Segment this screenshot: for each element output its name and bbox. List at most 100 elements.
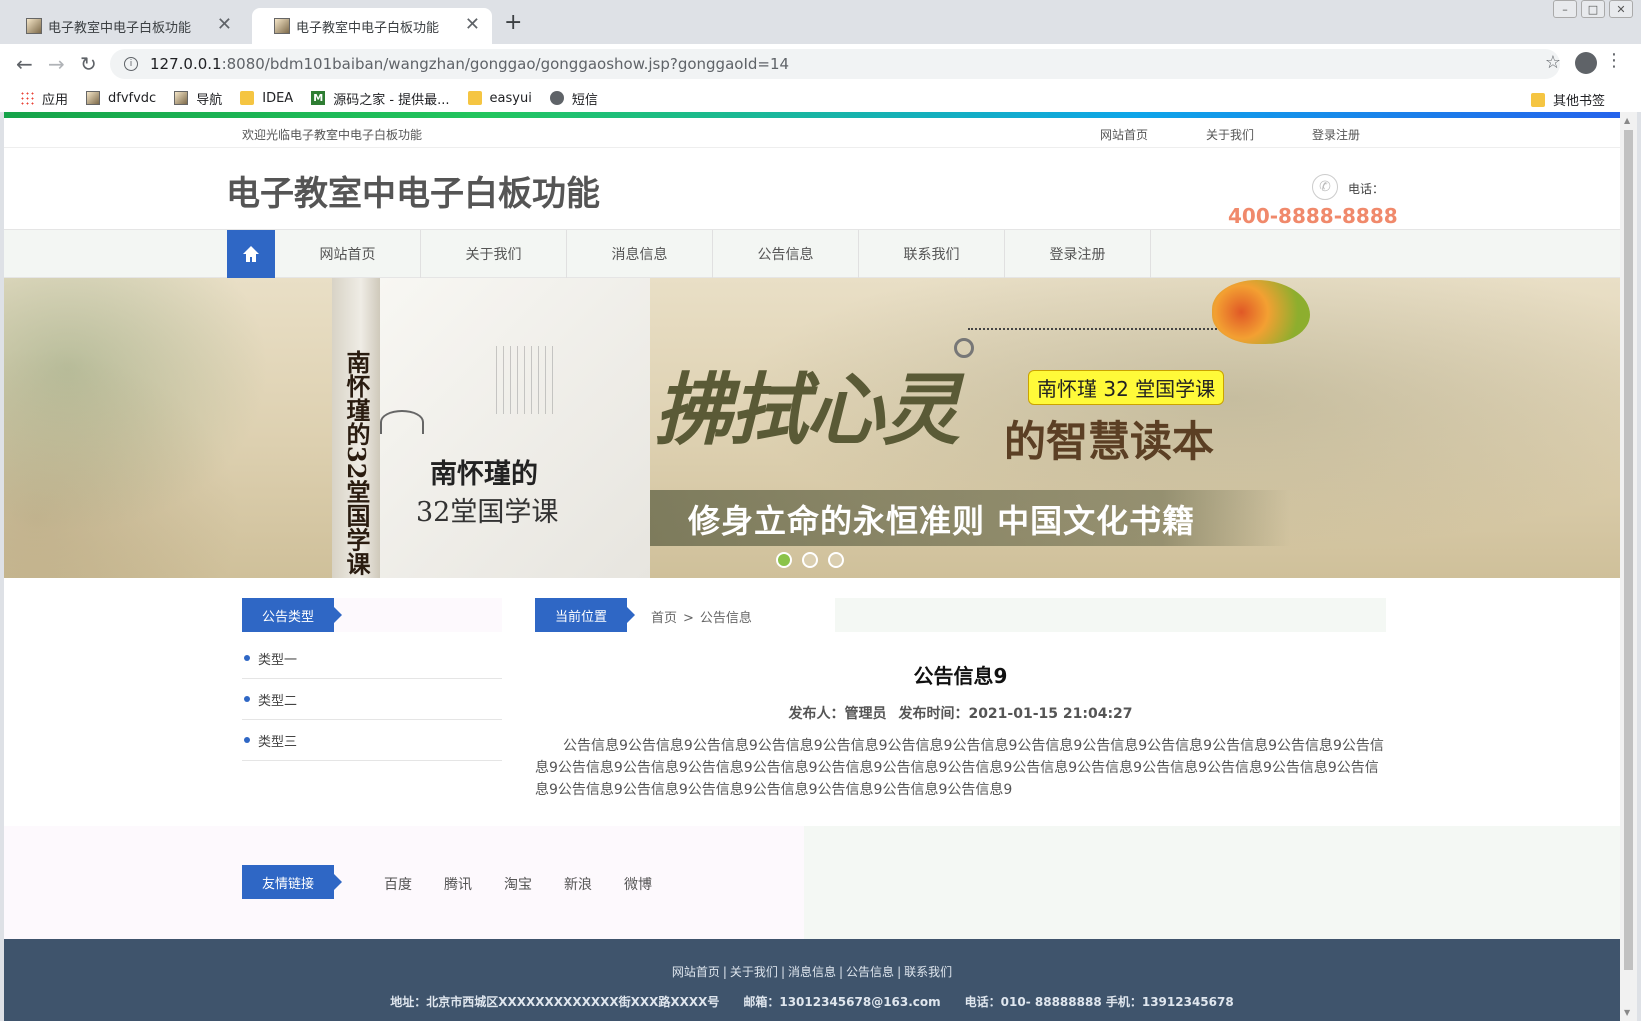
maximize-icon[interactable]: □ xyxy=(1581,0,1605,18)
bookmark-star-icon[interactable]: ☆ xyxy=(1545,52,1561,73)
bookmark-item[interactable]: dfvfvdc xyxy=(86,91,156,106)
url-input[interactable]: i 127.0.0.1:8080/bdm101baiban/wangzhan/g… xyxy=(110,49,1560,79)
carousel-dot[interactable] xyxy=(828,552,844,568)
lotus-icon xyxy=(380,410,424,434)
footer-email: 邮箱：13012345678@163.com xyxy=(743,995,941,1009)
category-label: 类型二 xyxy=(258,693,298,709)
footer-link[interactable]: 网站首页 xyxy=(672,965,720,979)
nav-item-about[interactable]: 关于我们 xyxy=(421,230,567,278)
breadcrumb-path: 首页 > 公告信息 xyxy=(651,607,752,626)
page-viewport: 欢迎光临电子教室中电子白板功能 网站首页 关于我们 登录注册 电子教室中电子白板… xyxy=(4,112,1620,1021)
friend-links-section: 友情链接 百度 腾讯 淘宝 新浪 微博 xyxy=(4,826,1620,939)
bookmark-label: 源码之家 - 提供最... xyxy=(333,92,450,108)
bookmark-item[interactable]: 导航 xyxy=(174,89,222,108)
back-icon[interactable]: ← xyxy=(16,52,33,76)
info-icon[interactable]: i xyxy=(124,57,138,71)
category-item[interactable]: 类型二 xyxy=(242,679,502,720)
bookmark-item[interactable]: easyui xyxy=(467,91,532,106)
friend-link[interactable]: 腾讯 xyxy=(444,874,472,894)
footer-link[interactable]: 联系我们 xyxy=(904,965,952,979)
content-area: 公告类型 类型一 类型二 类型三 当前位置 首页 > 公告信息 公告信息9 发布人：… xyxy=(4,578,1620,826)
forward-icon[interactable]: → xyxy=(48,52,65,76)
bullet-icon xyxy=(244,655,250,661)
nav-item-contact[interactable]: 联系我们 xyxy=(859,230,1005,278)
footer-phone: 电话：010- 88888888 手机：13912345678 xyxy=(964,995,1234,1009)
reload-icon[interactable]: ↻ xyxy=(80,52,97,76)
top-link-login[interactable]: 登录注册 xyxy=(1312,126,1360,143)
url-host: 127.0.0.1 xyxy=(150,55,222,73)
breadcrumb-separator: > xyxy=(683,611,694,626)
browser-menu-icon[interactable]: ⋮ xyxy=(1605,50,1623,71)
bookmark-label: 应用 xyxy=(42,92,69,108)
top-link-home[interactable]: 网站首页 xyxy=(1100,126,1148,143)
book-title-line2: 32堂国学课 xyxy=(416,497,559,528)
banner-tagline: 修身立命的永恒准则 中国文化书籍 xyxy=(688,502,1196,540)
book-text-block xyxy=(496,346,558,414)
new-tab-icon[interactable]: + xyxy=(504,10,522,35)
scrollbar-thumb[interactable] xyxy=(1624,130,1633,970)
url-path: :8080/bdm101baiban/wangzhan/gonggao/gong… xyxy=(221,55,790,73)
friend-links-heading: 友情链接 xyxy=(242,865,343,899)
bookmark-label: 导航 xyxy=(196,92,223,108)
minimize-icon[interactable]: – xyxy=(1553,0,1577,18)
bookmark-item[interactable]: IDEA xyxy=(240,91,293,106)
image-icon xyxy=(174,91,189,105)
bookmark-label: dfvfvdc xyxy=(108,90,157,106)
phone-number: 400-8888-8888 xyxy=(1228,204,1398,228)
folder-icon xyxy=(1530,92,1545,107)
nav-item-home[interactable]: 网站首页 xyxy=(275,230,421,278)
browser-tab[interactable]: 电子教室中电子白板功能 ✕ xyxy=(4,8,244,44)
site-footer: 网站首页 | 关于我们 | 消息信息 | 公告信息 | 联系我们 地址：北京市西城区XXXXXX… xyxy=(4,939,1620,1021)
globe-icon xyxy=(549,91,564,105)
friend-link[interactable]: 新浪 xyxy=(564,874,592,894)
announcement-body: 公告信息9公告信息9公告信息9公告信息9公告信息9公告信息9公告信息9公告信息9… xyxy=(535,738,1384,798)
location-label: 当前位置 xyxy=(535,598,636,632)
main-nav: 网站首页 关于我们 消息信息 公告信息 联系我们 登录注册 xyxy=(4,230,1620,278)
carousel-dot[interactable] xyxy=(776,552,792,568)
scroll-up-icon[interactable]: ▲ xyxy=(1624,116,1630,125)
friend-link[interactable]: 百度 xyxy=(384,874,412,894)
site-header: 电子教室中电子白板功能 ✆ 电话： 400-8888-8888 xyxy=(4,148,1620,230)
site-favicon-icon xyxy=(26,18,42,34)
image-icon xyxy=(86,91,101,105)
carousel-dot[interactable] xyxy=(802,552,818,568)
announcement-main: 当前位置 首页 > 公告信息 公告信息9 发布人：管理员 发布时间：2021-01-1… xyxy=(535,598,1386,801)
top-links: 网站首页 关于我们 登录注册 xyxy=(1100,126,1360,143)
dotted-line xyxy=(968,328,1228,330)
nav-item-login[interactable]: 登录注册 xyxy=(1005,230,1151,278)
site-favicon-icon xyxy=(274,18,290,34)
publish-time: 发布时间：2021-01-15 21:04:27 xyxy=(898,706,1133,722)
scroll-down-icon[interactable]: ▼ xyxy=(1624,1008,1630,1017)
profile-avatar-icon[interactable] xyxy=(1575,52,1597,74)
nav-item-news[interactable]: 消息信息 xyxy=(567,230,713,278)
top-link-about[interactable]: 关于我们 xyxy=(1206,126,1254,143)
footer-link[interactable]: 消息信息 xyxy=(788,965,836,979)
close-window-icon[interactable]: ✕ xyxy=(1609,0,1633,18)
close-tab-icon[interactable]: ✕ xyxy=(217,14,232,35)
home-button[interactable] xyxy=(227,230,275,278)
category-item[interactable]: 类型三 xyxy=(242,720,502,761)
top-bar: 欢迎光临电子教室中电子白板功能 网站首页 关于我们 登录注册 xyxy=(4,118,1620,148)
bookmark-other[interactable]: 其他书签 xyxy=(1530,90,1605,109)
footer-link[interactable]: 关于我们 xyxy=(730,965,778,979)
carousel-dots xyxy=(776,552,844,568)
bookmark-item[interactable]: 短信 xyxy=(549,89,598,108)
page-scrollbar[interactable]: ▲ ▼ xyxy=(1620,112,1637,1021)
breadcrumb-home[interactable]: 首页 xyxy=(651,611,677,626)
nav-item-announcements[interactable]: 公告信息 xyxy=(713,230,859,278)
breadcrumb-current[interactable]: 公告信息 xyxy=(700,611,752,626)
friend-link[interactable]: 微博 xyxy=(624,874,652,894)
bookmark-label: 短信 xyxy=(571,92,598,108)
sidebar-heading: 公告类型 xyxy=(242,598,343,632)
site-title: 电子教室中电子白板功能 xyxy=(226,174,600,214)
category-item[interactable]: 类型一 xyxy=(242,638,502,679)
bookmark-apps[interactable]: 应用 xyxy=(20,89,68,108)
banner-carousel[interactable]: 南怀瑾的32堂国学课 南怀瑾的 32堂国学课 拂拭心灵 南怀瑾 32 堂国学课 … xyxy=(4,278,1620,578)
friend-link[interactable]: 淘宝 xyxy=(504,874,532,894)
bookmark-item[interactable]: M 源码之家 - 提供最... xyxy=(311,89,450,108)
tab-title: 电子教室中电子白板功能 xyxy=(296,20,440,36)
footer-link[interactable]: 公告信息 xyxy=(846,965,894,979)
browser-tab-active[interactable]: 电子教室中电子白板功能 ✕ xyxy=(252,8,492,44)
close-tab-icon[interactable]: ✕ xyxy=(465,14,480,35)
tab-title: 电子教室中电子白板功能 xyxy=(48,20,192,36)
